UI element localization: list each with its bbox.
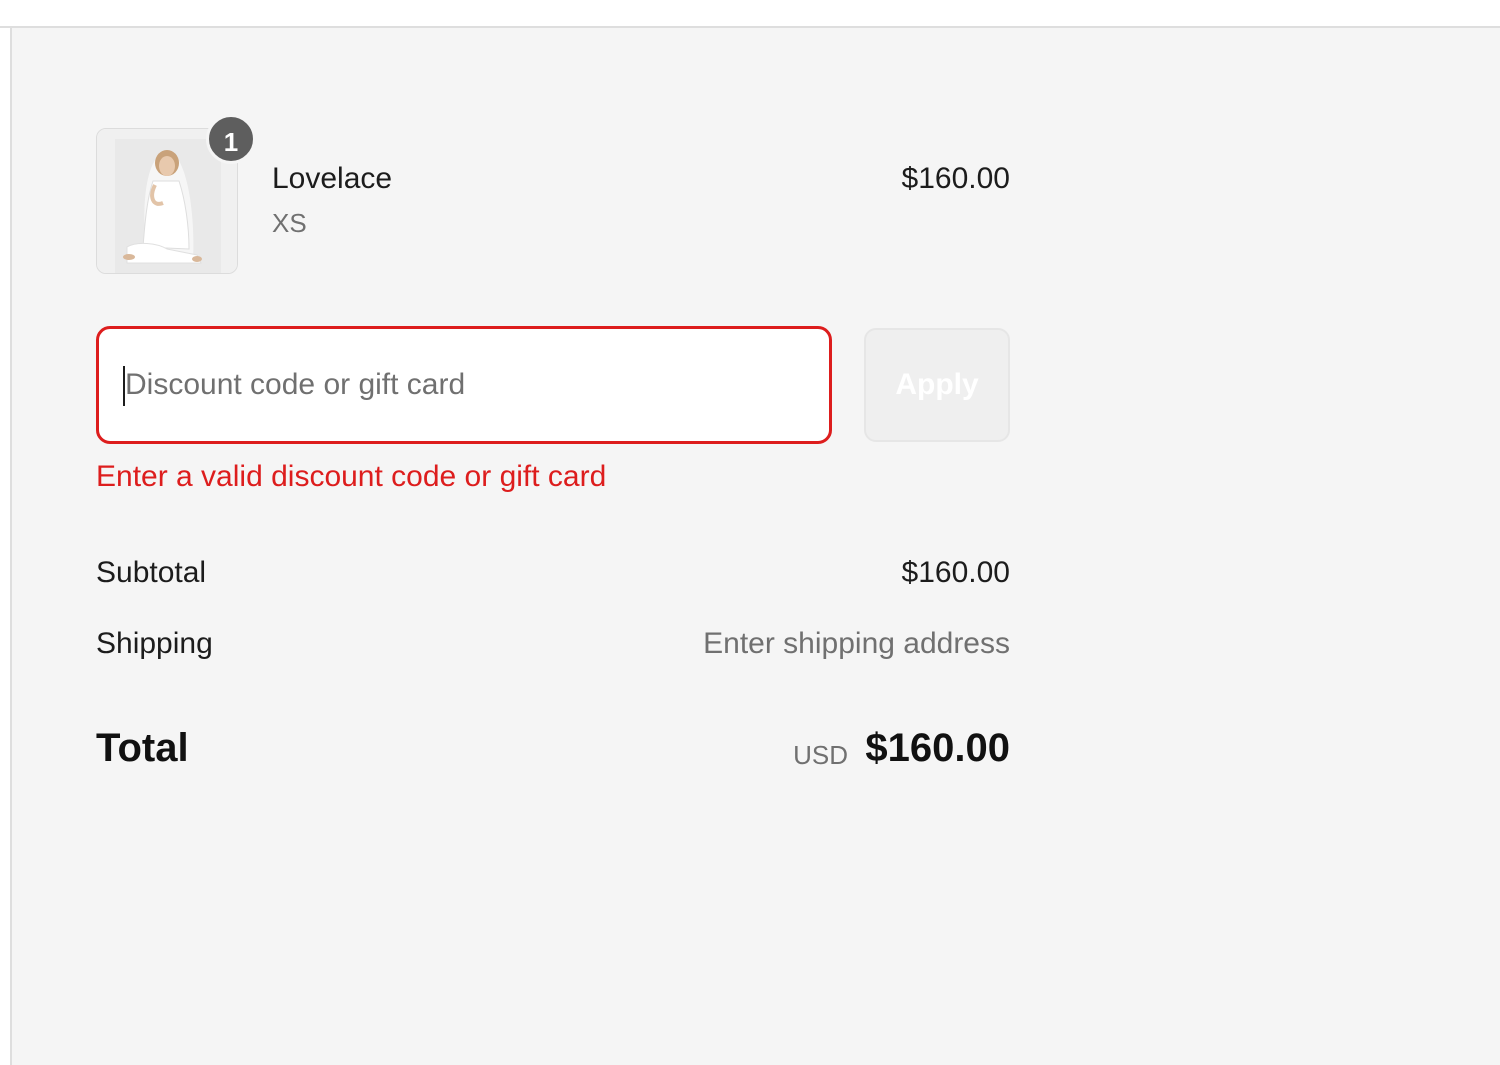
line-item: 1 Lovelace XS $160.00 [96, 114, 1010, 276]
quantity-badge: 1 [206, 114, 256, 164]
text-caret [123, 366, 125, 406]
product-thumbnail-wrapper: 1 [96, 114, 256, 274]
apply-discount-button[interactable]: Apply [864, 328, 1010, 442]
product-price: $160.00 [901, 162, 1010, 195]
total-label: Total [96, 726, 189, 770]
total-currency: USD [793, 740, 848, 770]
subtotal-label: Subtotal [96, 556, 207, 589]
total-amount: $160.00 [865, 726, 1010, 770]
product-variant: XS [272, 208, 307, 238]
top-bar [0, 0, 1500, 28]
shipping-value: Enter shipping address [703, 627, 1010, 660]
shipping-label: Shipping [96, 627, 213, 660]
discount-code-input[interactable] [96, 326, 832, 444]
subtotal-value: $160.00 [901, 556, 1010, 589]
product-name: Lovelace [272, 162, 393, 195]
discount-error-message: Enter a valid discount code or gift card [96, 460, 607, 493]
